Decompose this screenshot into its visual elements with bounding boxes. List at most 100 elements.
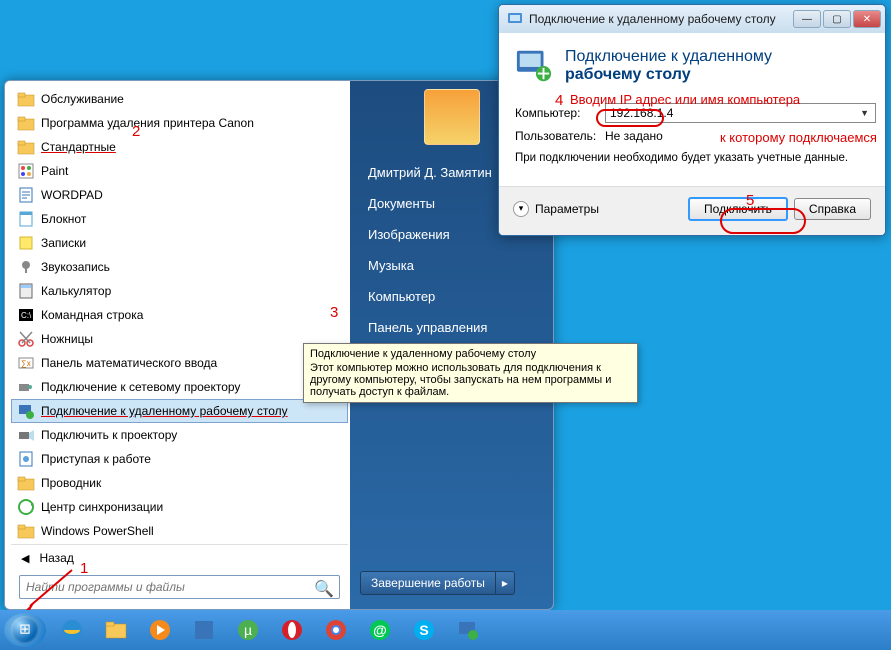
program-label: Обслуживание xyxy=(41,92,124,106)
folder-icon xyxy=(17,90,35,108)
programs-list: Обслуживание Программа удаления принтера … xyxy=(11,87,348,544)
taskbar-mail-icon[interactable]: @ xyxy=(360,614,400,646)
program-item[interactable]: Звукозапись xyxy=(11,255,348,279)
program-item[interactable]: ∑x Панель математического ввода xyxy=(11,351,348,375)
svg-text:S: S xyxy=(419,622,428,638)
program-label: Панель математического ввода xyxy=(41,356,217,370)
shutdown-group: Завершение работы ▸ xyxy=(360,571,543,595)
program-item[interactable]: C:\Командная строка xyxy=(11,303,348,327)
rdp-icon xyxy=(17,402,35,420)
user-avatar[interactable] xyxy=(424,89,480,145)
folder-icon xyxy=(17,138,35,156)
program-label: WORDPAD xyxy=(41,188,103,202)
notepad-icon xyxy=(17,210,35,228)
program-label: Подключение к удаленному рабочему столу xyxy=(41,404,288,418)
program-label: Стандартные xyxy=(41,140,116,154)
program-label: Калькулятор xyxy=(41,284,111,298)
wordpad-icon xyxy=(17,186,35,204)
proj-icon xyxy=(17,426,35,444)
computer-input[interactable] xyxy=(605,103,876,123)
rdp-titlebar[interactable]: Подключение к удаленному рабочему столу … xyxy=(499,5,885,33)
taskbar-explorer-icon[interactable] xyxy=(96,614,136,646)
taskbar: µ @ S xyxy=(0,610,891,650)
tooltip: Подключение к удаленному рабочему столу … xyxy=(303,343,638,403)
search-box: 🔍 xyxy=(19,575,340,599)
program-label: Программа удаления принтера Canon xyxy=(41,116,254,130)
back-label: Назад xyxy=(39,551,73,565)
tooltip-title: Подключение к удаленному рабочему столу xyxy=(310,348,631,360)
back-arrow-icon: ◀ xyxy=(21,552,29,565)
minimize-button[interactable]: — xyxy=(793,10,821,28)
options-link[interactable]: Параметры xyxy=(535,202,599,216)
taskbar-chrome-icon[interactable] xyxy=(316,614,356,646)
program-item[interactable]: Обслуживание xyxy=(11,87,348,111)
program-item[interactable]: Приступая к работе xyxy=(11,447,348,471)
cmd-icon: C:\ xyxy=(17,306,35,324)
svg-text:@: @ xyxy=(373,622,387,638)
back-button[interactable]: ◀ Назад xyxy=(11,544,348,569)
rdp-body: Компьютер: ▼ Пользователь: Не задано При… xyxy=(499,93,885,186)
taskbar-skype-icon[interactable]: S xyxy=(404,614,444,646)
taskbar-rdp-icon[interactable] xyxy=(448,614,488,646)
program-label: Подключить к проектору xyxy=(41,428,177,442)
rdp-window: Подключение к удаленному рабочему столу … xyxy=(498,4,886,236)
connect-button[interactable]: Подключить xyxy=(688,197,788,221)
program-item[interactable]: Подключить к проектору xyxy=(11,423,348,447)
program-item[interactable]: Калькулятор xyxy=(11,279,348,303)
program-item[interactable]: Ножницы xyxy=(11,327,348,351)
search-input[interactable] xyxy=(19,575,340,599)
maximize-button[interactable]: ▢ xyxy=(823,10,851,28)
close-button[interactable]: ✕ xyxy=(853,10,881,28)
paint-icon xyxy=(17,162,35,180)
program-item[interactable]: Центр синхронизации xyxy=(11,495,348,519)
program-item[interactable]: Подключение к сетевому проектору xyxy=(11,375,348,399)
program-item[interactable]: Windows PowerShell xyxy=(11,519,348,543)
svg-text:∑x: ∑x xyxy=(21,359,31,368)
sync-icon xyxy=(17,498,35,516)
program-label: Приступая к работе xyxy=(41,452,151,466)
rdp-banner: Подключение к удаленному рабочему столу xyxy=(499,33,885,93)
program-item[interactable]: Paint xyxy=(11,159,348,183)
rdp-footer: ▾ Параметры Подключить Справка xyxy=(499,186,885,235)
snip-icon xyxy=(17,330,35,348)
start-menu-left: Обслуживание Программа удаления принтера … xyxy=(5,81,350,609)
explorer-icon xyxy=(17,474,35,492)
start-right-item[interactable]: Панель управления xyxy=(350,312,553,343)
start-right-item[interactable]: Компьютер xyxy=(350,281,553,312)
taskbar-app-icon[interactable] xyxy=(184,614,224,646)
program-label: Ножницы xyxy=(41,332,93,346)
program-item[interactable]: Проводник xyxy=(11,471,348,495)
program-label: Записки xyxy=(41,236,86,250)
program-label: Подключение к сетевому проектору xyxy=(41,380,240,394)
start-icon xyxy=(17,450,35,468)
help-button[interactable]: Справка xyxy=(794,198,871,220)
tooltip-body: Этот компьютер можно использовать для по… xyxy=(310,362,631,398)
program-item[interactable]: Стандартные xyxy=(11,135,348,159)
user-value: Не задано xyxy=(605,129,663,143)
search-icon: 🔍 xyxy=(314,579,334,599)
taskbar-ie-icon[interactable] xyxy=(52,614,92,646)
program-label: Центр синхронизации xyxy=(41,500,163,514)
taskbar-player-icon[interactable] xyxy=(140,614,180,646)
user-label: Пользователь: xyxy=(515,129,605,143)
taskbar-torrent-icon[interactable]: µ xyxy=(228,614,268,646)
disclose-icon[interactable]: ▾ xyxy=(513,201,529,217)
program-item[interactable]: Записки xyxy=(11,231,348,255)
start-right-item[interactable]: Музыка xyxy=(350,250,553,281)
svg-text:C:\: C:\ xyxy=(21,311,32,320)
program-item[interactable]: Блокнот xyxy=(11,207,348,231)
start-button[interactable] xyxy=(4,613,46,647)
rdp-logo-icon xyxy=(515,47,553,85)
taskbar-opera-icon[interactable] xyxy=(272,614,312,646)
program-item[interactable]: Программа удаления принтера Canon xyxy=(11,111,348,135)
shutdown-button[interactable]: Завершение работы xyxy=(360,571,495,595)
folder-icon xyxy=(17,114,35,132)
rdp-banner-line2: рабочему столу xyxy=(565,66,772,84)
calc-icon xyxy=(17,282,35,300)
program-label: Paint xyxy=(41,164,68,178)
svg-text:µ: µ xyxy=(244,622,252,638)
program-item[interactable]: Подключение к удаленному рабочему столу xyxy=(11,399,348,423)
program-label: Windows PowerShell xyxy=(41,524,154,538)
shutdown-arrow[interactable]: ▸ xyxy=(495,571,515,595)
program-item[interactable]: WORDPAD xyxy=(11,183,348,207)
